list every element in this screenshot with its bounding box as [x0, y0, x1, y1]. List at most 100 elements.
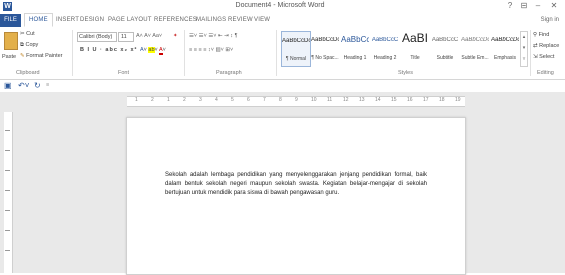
close-button[interactable]: ✕	[548, 1, 560, 10]
ruler-tick-label: 1	[167, 97, 170, 103]
restore-icon[interactable]: ⊟	[518, 1, 530, 10]
tab-page-layout[interactable]: PAGE LAYOUT	[108, 17, 152, 23]
style-subtitle[interactable]: AaBbCcC Subtitle	[431, 31, 459, 65]
paste-button[interactable]: Paste	[2, 54, 16, 60]
ruler-tick	[5, 130, 10, 131]
font-style-buttons[interactable]: B I U · abc x₂ x²	[80, 47, 137, 53]
ruler-tick-label: 17	[423, 97, 429, 103]
format-painter-label: Format Painter	[26, 53, 63, 59]
help-icon[interactable]: ?	[504, 1, 516, 10]
tab-mailings[interactable]: MAILINGS	[196, 17, 226, 23]
font-name-select[interactable]: Calibri (Body)	[77, 32, 117, 42]
redo-icon[interactable]: ↻	[34, 81, 41, 90]
word-app-icon[interactable]: W	[3, 2, 12, 11]
style-sample: AaBbCcDc	[282, 38, 310, 44]
editing-group-label: Editing	[537, 70, 554, 76]
ruler-tick-label: 11	[327, 97, 333, 103]
replace-label: Replace	[539, 43, 560, 49]
style-sample: AaBI	[401, 31, 428, 45]
ruler-tick-label: 2	[183, 97, 186, 103]
style-no-spacing[interactable]: AaBbCcDc ¶ No Spac...	[311, 31, 339, 65]
ruler-tick-label: 2	[151, 97, 154, 103]
tab-review[interactable]: REVIEW	[228, 17, 253, 23]
replace-button[interactable]: ⇄ Replace	[533, 43, 559, 49]
ruler-tick-label: 19	[455, 97, 461, 103]
style-name: Title	[410, 55, 420, 61]
customize-qat-icon[interactable]: ≡	[46, 82, 49, 88]
text-effects-icon[interactable]: A˅ ab˅ A˅	[140, 47, 166, 55]
ruler-tick-label: 3	[199, 97, 202, 103]
copy-button[interactable]: ⧉ Copy	[20, 42, 38, 49]
undo-icon[interactable]: ↶˅	[18, 81, 29, 90]
ruler-tick-label: 9	[295, 97, 298, 103]
style-name: ¶ No Spac...	[311, 55, 339, 61]
style-sample: AaBbCcDc	[461, 37, 489, 43]
select-button[interactable]: ⇲ Select	[533, 54, 554, 60]
ruler-tick-label: 10	[311, 97, 317, 103]
ruler-tick	[5, 230, 10, 231]
cut-button[interactable]: ✂ Cut	[20, 31, 35, 37]
divider	[276, 30, 277, 76]
style-heading-2[interactable]: AaBbCcC Heading 2	[371, 31, 399, 65]
tab-insert[interactable]: INSERT	[56, 17, 79, 23]
style-name: Subtle Em...	[461, 55, 489, 61]
title-bar: W Document4 - Microsoft Word ? ⊟ – ✕	[0, 0, 565, 14]
font-size-value: 11	[121, 34, 127, 40]
style-sample: AaBbCcDc	[491, 37, 519, 43]
tab-home[interactable]: HOME	[24, 13, 53, 27]
ruler-tick-label: 14	[375, 97, 381, 103]
style-name: Heading 1	[343, 55, 367, 61]
clear-formatting-icon[interactable]: ✦	[173, 33, 178, 39]
quick-access-toolbar: ▣ ↶˅ ↻ ≡	[0, 80, 565, 92]
style-title[interactable]: AaBI Title	[401, 31, 429, 65]
font-size-select[interactable]: 11	[118, 32, 134, 42]
paragraph-group-label: Paragraph	[216, 70, 242, 76]
ruler-tick-label: 5	[231, 97, 234, 103]
divider	[72, 30, 73, 76]
style-name: ¶ Normal	[285, 56, 307, 62]
styles-scroll[interactable]: ▴ ▾ ▿	[520, 31, 528, 67]
ruler-tick	[5, 150, 10, 151]
document-page[interactable]: Sekolah adalah lembaga pendidikan yang m…	[126, 117, 466, 275]
clipboard-group-label: Clipboard	[16, 70, 40, 76]
divider	[184, 30, 185, 76]
tab-design[interactable]: DESIGN	[80, 17, 104, 23]
find-button[interactable]: ⚲ Find	[533, 32, 549, 38]
ruler-tick-label: 16	[407, 97, 413, 103]
ruler-tick-label: 13	[359, 97, 365, 103]
ruler-tick-label: 12	[343, 97, 349, 103]
style-subtle-emphasis[interactable]: AaBbCcDc Subtle Em...	[461, 31, 489, 65]
vertical-ruler[interactable]	[4, 112, 13, 273]
copy-label: Copy	[25, 42, 39, 48]
style-sample: AaBbCcDc	[311, 37, 339, 43]
ruler-tick-label: 4	[215, 97, 218, 103]
style-name: Subtitle	[436, 55, 454, 61]
format-painter-button[interactable]: ✎ Format Painter	[20, 53, 63, 59]
style-emphasis[interactable]: AaBbCcDc Emphasis	[491, 31, 519, 65]
tab-view[interactable]: VIEW	[254, 17, 270, 23]
tab-file[interactable]: FILE	[0, 14, 21, 27]
list-buttons[interactable]: ☰˅ ☰˅ ☰˅ ⇤ ⇥ ↕ ¶	[189, 33, 238, 39]
style-name: Heading 2	[373, 55, 397, 61]
alignment-buttons[interactable]: ≡ ≡ ≡ ≡ ↕˅ ▨˅ ⊞˅	[189, 47, 233, 53]
ruler-tick-label: 7	[263, 97, 266, 103]
style-heading-1[interactable]: AaBbCc Heading 1	[341, 31, 369, 65]
ruler-tick	[5, 210, 10, 211]
paste-icon[interactable]	[4, 32, 18, 50]
save-icon[interactable]: ▣	[4, 81, 12, 90]
style-normal[interactable]: AaBbCcDc ¶ Normal	[281, 31, 311, 67]
style-sample: AaBbCcC	[431, 37, 459, 43]
body-paragraph[interactable]: Sekolah adalah lembaga pendidikan yang m…	[165, 171, 427, 198]
ruler-tick	[5, 250, 10, 251]
style-sample: AaBbCcC	[371, 37, 399, 43]
sign-in-link[interactable]: Sign in	[541, 17, 559, 23]
find-label: Find	[538, 32, 550, 38]
ruler-tick-label: 18	[439, 97, 445, 103]
horizontal-ruler[interactable]: 1 2 1 2 3 4 5 6 7 8 9 10 11 12 13 14 15 16 17 18 19	[127, 96, 465, 107]
minimize-button[interactable]: –	[532, 1, 544, 10]
tab-references[interactable]: REFERENCES	[154, 17, 197, 23]
font-group-label: Font	[118, 70, 130, 76]
ribbon-tabs: FILE HOME INSERT DESIGN PAGE LAYOUT REFE…	[0, 13, 565, 28]
ruler-tick-label: 8	[279, 97, 282, 103]
grow-shrink-font-icons[interactable]: A˄ A˅ Aa˅	[136, 33, 162, 39]
